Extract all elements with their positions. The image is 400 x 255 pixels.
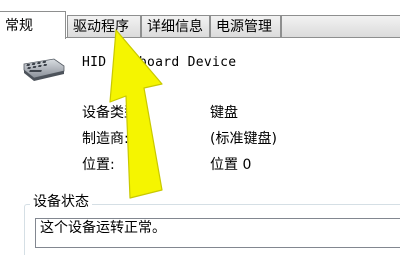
- annotation-arrow-icon: [109, 29, 163, 199]
